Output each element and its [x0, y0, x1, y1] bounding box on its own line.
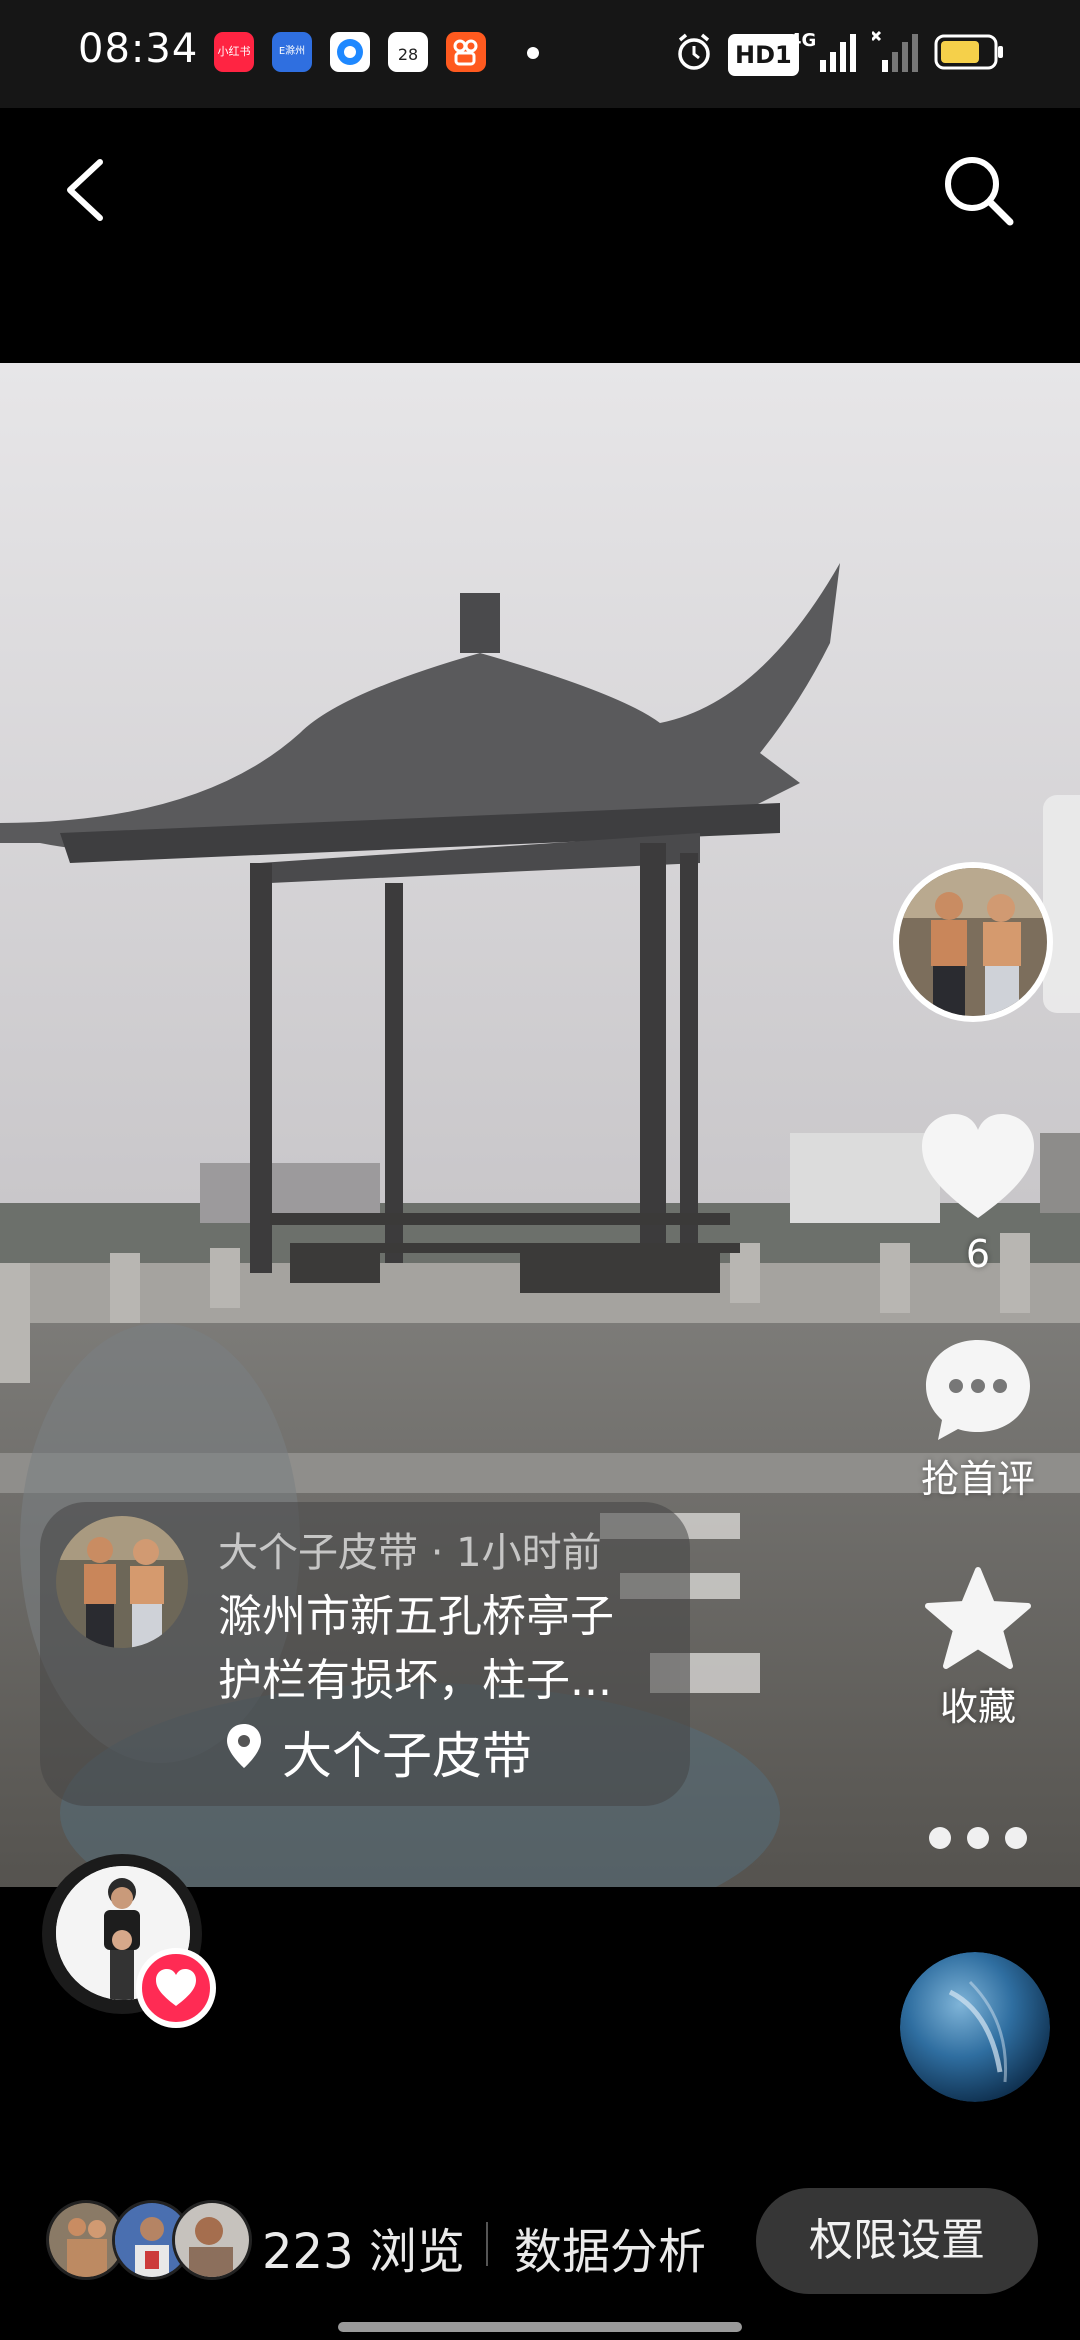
views-count[interactable]: 223 浏览 — [262, 2212, 465, 2282]
divider — [486, 2222, 488, 2266]
post-title-line1: 滁州市新五孔桥亭子 — [218, 1591, 614, 1642]
heart-icon[interactable] — [916, 1108, 1040, 1228]
battery-icon — [934, 34, 1003, 70]
location-pin-icon — [227, 1724, 261, 1768]
status-time: 08:34 — [78, 26, 199, 72]
home-indicator[interactable] — [338, 2322, 742, 2332]
post-location[interactable]: 大个子皮带 — [282, 1716, 532, 1788]
like-badge[interactable] — [136, 1948, 216, 2028]
post-title-line2: 护栏有损坏，柱子... — [218, 1655, 612, 1706]
permission-settings-button[interactable]: 权限设置 — [756, 2188, 1038, 2294]
signal-strength-icon — [820, 34, 856, 72]
browser-icon — [330, 32, 370, 72]
card-author-avatar[interactable] — [56, 1516, 188, 1648]
status-bar: 08:34 小红书 E滁州 28 HD1 4G — [0, 0, 1080, 108]
star-icon[interactable] — [922, 1566, 1034, 1672]
comment-label: 抢首评 — [920, 1457, 1035, 1501]
heart-badge-icon — [156, 1969, 196, 2006]
post-author-time: 大个子皮带 · 1小时前 — [218, 1530, 602, 1576]
data-analysis-link[interactable]: 数据分析 — [514, 2212, 706, 2282]
viewer-avatar[interactable] — [172, 2200, 252, 2280]
back-icon[interactable] — [56, 150, 116, 230]
screen: 08:34 小红书 E滁州 28 HD1 4G 6 抢首评 收藏 大个子皮带 ·… — [0, 0, 1080, 2340]
network-label: 4G — [789, 30, 817, 51]
search-icon[interactable] — [936, 148, 1020, 232]
side-drawer-handle[interactable] — [1043, 795, 1080, 1013]
alarm-icon — [678, 33, 710, 70]
more-icon[interactable] — [920, 1820, 1036, 1856]
calendar-icon: 28 — [388, 32, 428, 72]
music-disc[interactable] — [900, 1952, 1050, 2102]
favorite-label: 收藏 — [939, 1685, 1016, 1729]
xiaohongshu-icon: 小红书 — [214, 32, 254, 72]
e-chuzhou-icon: E滁州 — [272, 32, 312, 72]
kuaishou-icon — [446, 32, 486, 72]
comment-bubble-icon[interactable] — [920, 1334, 1036, 1444]
notification-dot-icon — [527, 47, 539, 59]
like-action[interactable]: 6 — [898, 1108, 1058, 1276]
like-count: 6 — [965, 1232, 991, 1276]
signal-weak-icon — [872, 30, 918, 72]
favorite-action[interactable]: 收藏 — [898, 1566, 1058, 1731]
comment-action[interactable]: 抢首评 — [898, 1334, 1058, 1503]
author-avatar[interactable] — [893, 862, 1053, 1022]
